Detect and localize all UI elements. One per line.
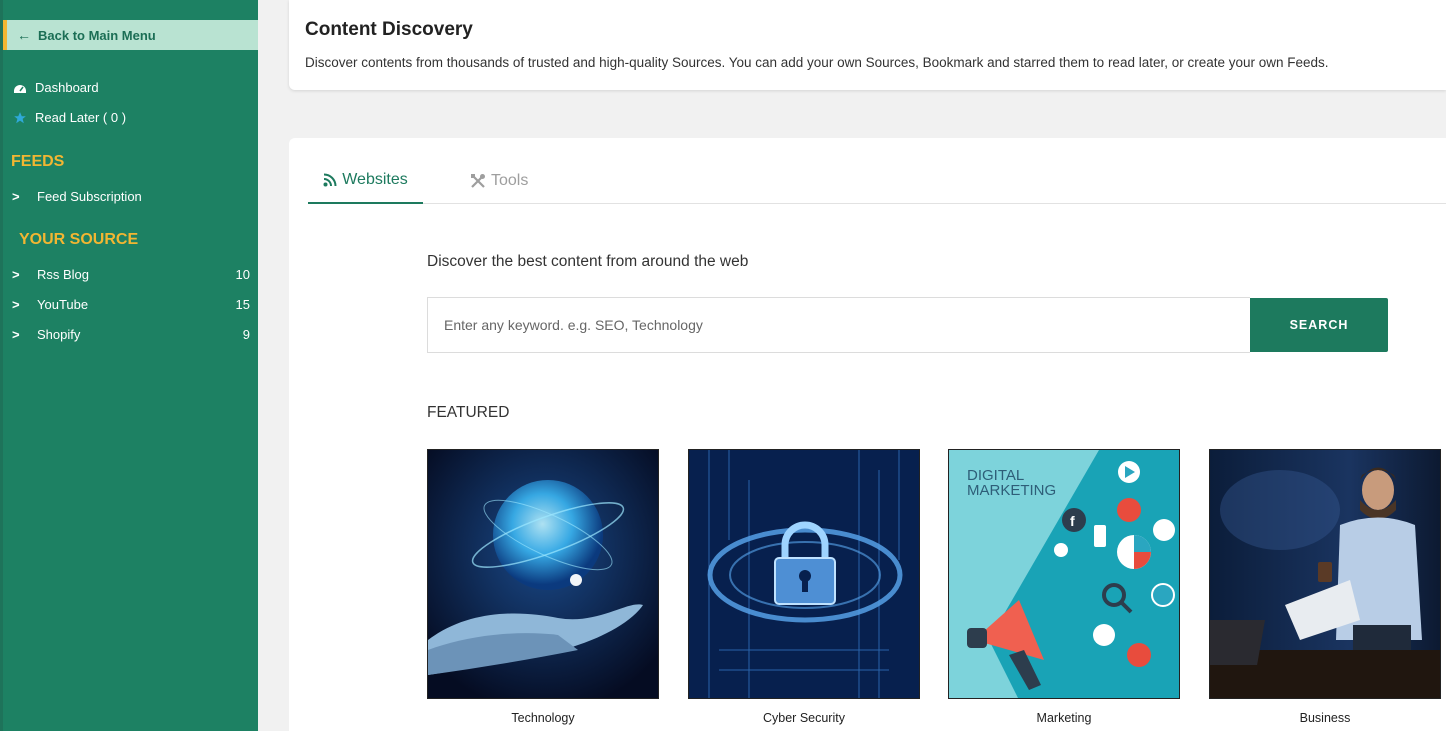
rss-icon [323,173,337,187]
source-count: 9 [242,327,250,342]
sidebar-item-read-later[interactable]: Read Later ( 0 ) [12,110,126,125]
cyber-security-image[interactable] [688,449,920,699]
your-source-section-title: YOUR SOURCE [19,231,139,248]
dashboard-label: Dashboard [35,80,99,95]
chevron-right-icon: > [12,189,20,204]
sidebar-item-shopify[interactable]: > Shopify 9 [12,327,250,342]
tab-bar: Websites Tools [308,158,1446,204]
chevron-right-icon: > [12,327,20,342]
featured-caption: Technology [511,711,575,725]
source-label: YouTube [37,297,89,312]
featured-item-technology[interactable]: Technology [427,449,659,725]
source-label: Shopify [37,327,81,342]
page-description: Discover contents from thousands of trus… [305,55,1329,70]
sidebar-item-dashboard[interactable]: Dashboard [12,80,99,95]
source-label: Rss Blog [37,267,90,282]
sidebar-item-feed-subscription[interactable]: > Feed Subscription [12,189,250,204]
chevron-right-icon: > [12,297,20,312]
featured-heading: FEATURED [427,404,510,421]
tab-label: Websites [342,171,408,188]
digital-marketing-text: MARKETING [967,482,1056,499]
svg-text:f: f [1070,513,1075,529]
discovery-card: Websites Tools Discover the best content… [289,138,1446,731]
tools-icon [470,173,486,189]
tab-tools[interactable]: Tools [470,158,528,204]
search-input[interactable] [427,297,1250,353]
header-card: Content Discovery Discover contents from… [289,0,1446,90]
tab-websites[interactable]: Websites [308,158,423,204]
discover-heading: Discover the best content from around th… [427,253,749,270]
featured-caption: Marketing [1036,711,1092,725]
featured-item-business[interactable]: Business [1209,449,1441,725]
feeds-section-title: FEEDS [11,153,65,170]
feed-subscription-label: Feed Subscription [37,189,142,204]
featured-item-cyber-security[interactable]: Cyber Security [688,449,920,725]
star-icon [12,111,28,125]
featured-caption: Cyber Security [763,711,845,725]
technology-image[interactable] [427,449,659,699]
back-to-main-menu-button[interactable]: ← Back to Main Menu [3,20,258,50]
sidebar-item-youtube[interactable]: > YouTube 15 [12,297,250,312]
featured-item-marketing[interactable]: DIGITAL MARKETING f Marketing [948,449,1180,725]
page-title: Content Discovery [305,19,473,40]
marketing-image[interactable]: DIGITAL MARKETING f [948,449,1180,699]
source-count: 15 [235,297,250,312]
back-label: Back to Main Menu [38,27,156,43]
arrow-left-icon: ← [17,27,31,43]
featured-caption: Business [1299,711,1351,725]
sidebar-item-rss-blog[interactable]: > Rss Blog 10 [12,267,250,282]
tab-label: Tools [491,172,529,189]
dashboard-icon [12,82,28,94]
read-later-label: Read Later ( 0 ) [35,110,127,125]
chevron-right-icon: > [12,267,20,282]
source-count: 10 [235,267,250,282]
sidebar: ← Back to Main Menu Dashboard Read Later… [0,0,258,731]
sidebar-edge [0,0,3,731]
search-button[interactable]: SEARCH [1250,298,1388,352]
business-image[interactable] [1209,449,1441,699]
